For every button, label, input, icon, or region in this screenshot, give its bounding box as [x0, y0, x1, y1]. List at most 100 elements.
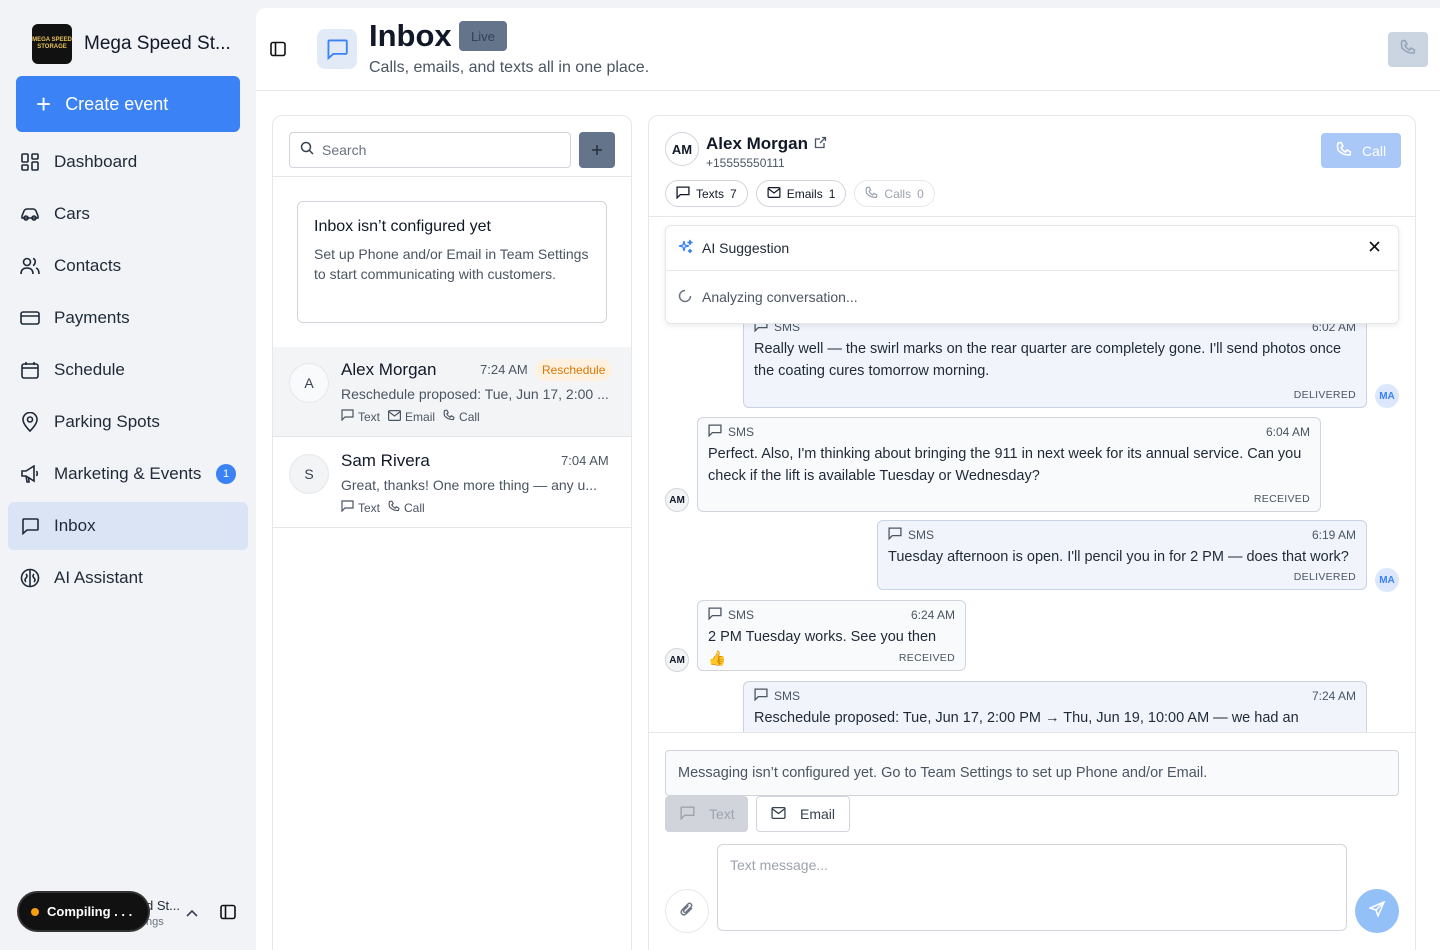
message-icon	[708, 607, 722, 623]
mail-icon	[388, 409, 402, 424]
close-icon[interactable]	[1369, 239, 1380, 257]
texts-chip[interactable]: Texts 7	[665, 180, 748, 207]
compiling-indicator: Compiling . . .	[19, 893, 149, 930]
channel-call: Call	[443, 409, 480, 424]
account-name: d St...	[146, 898, 180, 913]
contact-avatar: AM	[665, 132, 699, 166]
calls-chip[interactable]: Calls 0	[854, 180, 935, 207]
conversation-item[interactable]: A Alex Morgan 7:24 AM Reschedule Resched…	[273, 347, 631, 437]
search-box[interactable]	[289, 132, 571, 168]
notification-badge: 1	[216, 464, 236, 484]
calendar-icon	[20, 360, 40, 380]
chevron-up-icon[interactable]	[186, 904, 198, 922]
message-meta: SMS 6:02 AM	[754, 324, 1356, 335]
call-button[interactable]: Call	[1321, 133, 1401, 168]
message-text: Really well — the swirl marks on the rea…	[754, 341, 1342, 379]
brand-logo: MEGA SPEED STORAGE	[32, 24, 72, 64]
contact-phone: +15555550111	[706, 156, 785, 170]
create-event-button[interactable]: + Create event	[16, 76, 240, 132]
plus-icon: +	[36, 89, 52, 119]
message-time: 6:19 AM	[1311, 528, 1356, 542]
live-badge: Live	[459, 21, 507, 51]
plus-icon	[591, 140, 603, 161]
ai-status: Analyzing conversation...	[702, 289, 858, 305]
header-call-button[interactable]	[1388, 32, 1428, 67]
sidebar-toggle-icon[interactable]	[270, 41, 286, 62]
sidebar-item-schedule[interactable]: Schedule	[8, 346, 248, 394]
message-channel: SMS	[754, 324, 800, 335]
emails-chip[interactable]: Emails 1	[755, 180, 847, 207]
composer-notice: Messaging isn’t configured yet. Go to Te…	[665, 750, 1399, 796]
message-bubble: SMS 7:24 AM Reschedule proposed: Tue, Ju…	[743, 681, 1367, 732]
megaphone-icon	[20, 464, 40, 484]
ai-suggestion-title: AI Suggestion	[702, 240, 790, 256]
create-event-label: Create event	[65, 93, 169, 114]
sidebar-item-label: Marketing & Events	[54, 464, 202, 483]
message-bubble: SMS 6:04 AM Perfect. Also, I'm thinking …	[697, 417, 1321, 512]
notice-title: Inbox isn’t configured yet	[314, 218, 491, 235]
contact-name: Alex Morgan	[706, 134, 809, 153]
phone-icon	[1400, 39, 1416, 60]
chip-count: 0	[917, 186, 924, 201]
new-conversation-button[interactable]	[579, 132, 615, 168]
send-button[interactable]	[1355, 889, 1399, 933]
message-meta: SMS 6:19 AM	[888, 527, 1356, 543]
reschedule-tag: Reschedule	[535, 359, 613, 381]
conversation-preview: Reschedule proposed: Tue, Jun 17, 2:00 .…	[341, 386, 609, 402]
mail-icon	[771, 806, 786, 822]
message-status: DELIVERED	[1293, 389, 1356, 401]
page-header: Inbox Live Calls, emails, and texts all …	[256, 8, 1440, 91]
sidebar-item-payments[interactable]: Payments	[8, 294, 248, 342]
sidebar-item-parking-spots[interactable]: Parking Spots	[8, 398, 248, 446]
sidebar-item-inbox[interactable]: Inbox	[8, 502, 248, 550]
message-status: RECEIVED	[898, 652, 955, 664]
email-mode-tab[interactable]: Email	[756, 796, 851, 832]
message-channel-label: SMS	[728, 608, 755, 622]
conversation-list: Inbox isn’t configured yet Set up Phone …	[272, 115, 632, 950]
sidebar-collapse-icon[interactable]	[220, 904, 236, 925]
message-composer: Messaging isn’t configured yet. Go to Te…	[649, 732, 1415, 950]
brand[interactable]: MEGA SPEED STORAGE Mega Speed St...	[32, 24, 231, 64]
sparkles-icon	[678, 239, 694, 258]
message-channel-label: SMS	[728, 425, 755, 439]
sidebar: MEGA SPEED STORAGE Mega Speed St... + Cr…	[0, 0, 256, 950]
message-input[interactable]	[717, 844, 1347, 931]
account-switcher[interactable]: d St... ngs Compiling . . .	[16, 890, 248, 934]
sidebar-item-ai-assistant[interactable]: AI Assistant	[8, 554, 248, 602]
inbox-icon	[20, 516, 40, 536]
message-channel: SMS	[888, 527, 934, 543]
sidebar-item-contacts[interactable]: Contacts	[8, 242, 248, 290]
conversation-thread: AM Alex Morgan +15555550111 Call Texts 7	[648, 115, 1416, 950]
avatar: AM	[665, 488, 689, 512]
message-channel-label: SMS	[774, 324, 801, 334]
message-channel: SMS	[708, 424, 754, 440]
message-text: Perfect. Also, I'm thinking about bringi…	[708, 446, 1302, 484]
sidebar-item-marketing-events[interactable]: Marketing & Events 1	[8, 450, 248, 498]
channel-list: Text Email Call	[341, 409, 480, 424]
message-time: 7:24 AM	[1311, 689, 1356, 703]
brain-icon	[20, 568, 40, 588]
ai-suggestion-header: AI Suggestion	[666, 226, 1398, 271]
message-bubble: SMS 6:24 AM 2 PM Tuesday works. See you …	[697, 600, 966, 671]
message-icon	[754, 688, 768, 704]
divider	[273, 176, 631, 177]
avatar: MA	[1375, 568, 1399, 592]
message-list: SMS 6:02 AM Really well — the swirl mark…	[649, 324, 1415, 732]
sidebar-item-label: Schedule	[54, 360, 125, 379]
message-text: Reschedule proposed: Tue, Jun 17, 2:00 P…	[754, 710, 1299, 726]
message-bubble: SMS 6:02 AM Really well — the swirl mark…	[743, 324, 1367, 408]
avatar: AM	[665, 648, 689, 672]
message-icon	[754, 324, 768, 335]
contact-name-link[interactable]: Alex Morgan	[706, 134, 827, 154]
conversation-name: Sam Rivera	[341, 451, 430, 470]
sidebar-item-dashboard[interactable]: Dashboard	[8, 138, 248, 186]
sidebar-item-label: AI Assistant	[54, 568, 143, 587]
text-mode-tab[interactable]: Text	[665, 796, 748, 832]
phone-icon	[388, 500, 400, 515]
phone-icon	[865, 186, 878, 202]
conversation-item[interactable]: S Sam Rivera 7:04 AM Great, thanks! One …	[273, 438, 631, 528]
search-input[interactable]	[322, 142, 552, 158]
avatar: A	[289, 363, 329, 403]
sidebar-item-cars[interactable]: Cars	[8, 190, 248, 238]
attach-button[interactable]	[665, 889, 709, 933]
